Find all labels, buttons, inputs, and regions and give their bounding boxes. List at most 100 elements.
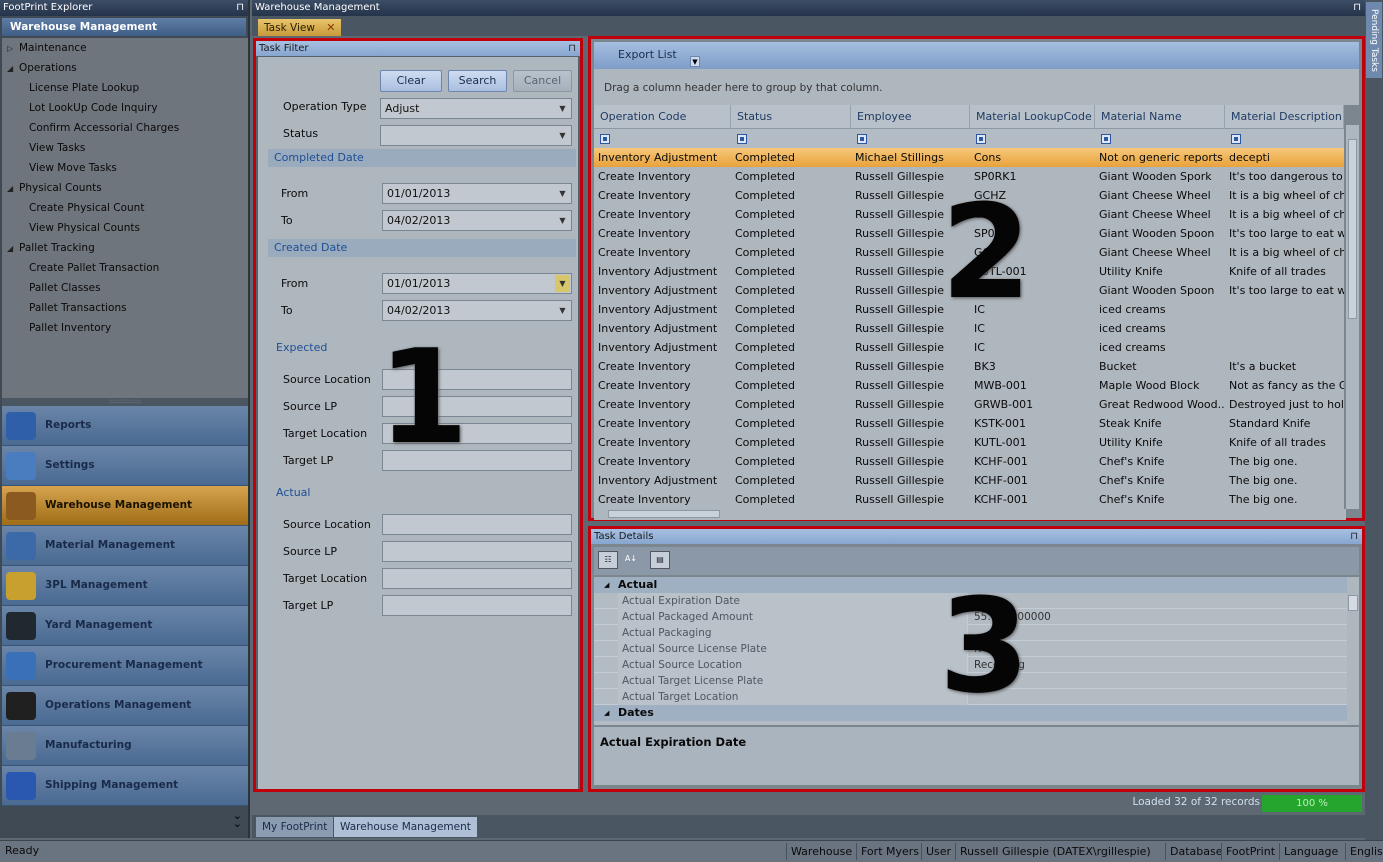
nav-button-3pl[interactable]: 3PL Management: [2, 566, 248, 606]
pin-icon[interactable]: ⊓: [568, 41, 576, 56]
table-row[interactable]: Create Inventory Completed Russell Gillesp…: [594, 490, 1344, 509]
export-list-button[interactable]: Export List: [618, 48, 677, 61]
filter-icon[interactable]: [976, 134, 986, 144]
nav-button-procurement[interactable]: Procurement Management: [2, 646, 248, 686]
actual-source-location-input[interactable]: [382, 514, 572, 535]
column-header[interactable]: Material LookupCode: [970, 105, 1095, 129]
actual-source-lp-input[interactable]: [382, 541, 572, 562]
table-row[interactable]: Inventory Adjustment Completed Michael Sti…: [594, 148, 1344, 167]
group-by-area[interactable]: Drag a column header here to group by th…: [594, 69, 1359, 105]
pin-icon[interactable]: ⊓: [236, 0, 244, 16]
status-select[interactable]: ▼: [380, 125, 572, 146]
table-cell: Completed: [735, 417, 795, 430]
filter-icon[interactable]: [1231, 134, 1241, 144]
chevron-down-icon[interactable]: ▼: [555, 100, 570, 117]
tree-item[interactable]: ▷ Maintenance: [2, 38, 248, 58]
column-header[interactable]: Operation Code: [594, 105, 731, 129]
tree-item[interactable]: Pallet Transactions: [2, 298, 248, 318]
scroll-thumb[interactable]: [1348, 139, 1357, 319]
property-pages-icon[interactable]: ▤: [650, 551, 670, 569]
tree-item[interactable]: View Tasks: [2, 138, 248, 158]
scroll-thumb[interactable]: [1348, 595, 1358, 611]
pin-icon[interactable]: ⊓: [1350, 529, 1358, 544]
table-row[interactable]: Create Inventory Completed Russell Gillesp…: [594, 376, 1344, 395]
tree-item[interactable]: ◢ Pallet Tracking: [2, 238, 248, 258]
tree-item[interactable]: Lot LookUp Code Inquiry: [2, 98, 248, 118]
tree-item[interactable]: Confirm Accessorial Charges: [2, 118, 248, 138]
search-button[interactable]: Search: [448, 70, 507, 92]
operation-type-select[interactable]: Adjust ▼: [380, 98, 572, 119]
tree-item[interactable]: Pallet Classes: [2, 278, 248, 298]
chevron-down-icon[interactable]: ▼: [555, 212, 570, 229]
sort-alphabetical-icon[interactable]: A↓: [621, 551, 641, 569]
scroll-thumb[interactable]: [608, 510, 720, 518]
collapse-arrow-icon[interactable]: ◢: [604, 577, 609, 593]
table-row[interactable]: Inventory Adjustment Completed Russell Gil…: [594, 471, 1344, 490]
task-filter-title: Task Filter: [259, 43, 309, 54]
table-row[interactable]: Create Inventory Completed Russell Gillesp…: [594, 357, 1344, 376]
tree-item[interactable]: License Plate Lookup: [2, 78, 248, 98]
nav-button-settings[interactable]: Settings: [2, 446, 248, 486]
table-row[interactable]: Create Inventory Completed Russell Gillesp…: [594, 414, 1344, 433]
created-to-date[interactable]: 04/02/2013 ▼: [382, 300, 572, 321]
column-header[interactable]: Employee: [851, 105, 970, 129]
chevron-down-icon[interactable]: ▼: [555, 275, 570, 292]
filter-icon[interactable]: [737, 134, 747, 144]
column-header[interactable]: Material Description: [1225, 105, 1344, 129]
nav-button-reports[interactable]: Reports: [2, 406, 248, 446]
actual-target-lp-input[interactable]: [382, 595, 572, 616]
tree-item[interactable]: Create Physical Count: [2, 198, 248, 218]
filter-icon[interactable]: [857, 134, 867, 144]
chevron-down-icon[interactable]: ▼: [555, 127, 570, 144]
chevron-down-icon[interactable]: ▼: [555, 185, 570, 202]
filter-icon[interactable]: [1101, 134, 1111, 144]
table-row[interactable]: Create Inventory Completed Russell Gillesp…: [594, 452, 1344, 471]
tree-item[interactable]: Pallet Inventory: [2, 318, 248, 338]
table-cell: Create Inventory: [598, 246, 691, 259]
completed-from-date[interactable]: 01/01/2013 ▼: [382, 183, 572, 204]
expand-arrow-icon[interactable]: ▷: [7, 39, 19, 59]
nav-button-warehouse[interactable]: Warehouse Management: [2, 486, 248, 526]
collapse-arrow-icon[interactable]: ◢: [7, 239, 19, 259]
close-icon[interactable]: ✕: [326, 21, 335, 34]
table-row[interactable]: Create Inventory Completed Russell Gillesp…: [594, 433, 1344, 452]
actual-target-location-input[interactable]: [382, 568, 572, 589]
grid-vertical-scrollbar[interactable]: [1346, 125, 1359, 509]
collapse-arrow-icon[interactable]: ◢: [7, 59, 19, 79]
explorer-splitter[interactable]: ::::::::::::::::: [2, 398, 248, 406]
nav-button-manufacturing[interactable]: Manufacturing: [2, 726, 248, 766]
nav-button-shipping[interactable]: Shipping Management: [2, 766, 248, 806]
column-header[interactable]: Status: [731, 105, 851, 129]
grid-horizontal-scrollbar[interactable]: [594, 509, 1346, 520]
collapse-arrow-icon[interactable]: ◢: [604, 705, 609, 721]
cancel-button[interactable]: Cancel: [513, 70, 572, 92]
table-row[interactable]: Create Inventory Completed Russell Gillesp…: [594, 395, 1344, 414]
tab-warehouse-management[interactable]: Warehouse Management: [334, 817, 477, 837]
column-header[interactable]: Material Name: [1095, 105, 1225, 129]
table-cell: Create Inventory: [598, 417, 691, 430]
tree-item[interactable]: View Physical Counts: [2, 218, 248, 238]
chevron-down-icon[interactable]: ⌄ ⌄: [233, 810, 242, 829]
collapse-arrow-icon[interactable]: ◢: [7, 179, 19, 199]
property-grid-scrollbar[interactable]: [1347, 577, 1359, 725]
tree-item[interactable]: View Move Tasks: [2, 158, 248, 178]
tab-my-footprint[interactable]: My FootPrint: [256, 817, 334, 837]
table-row[interactable]: Inventory Adjustment Completed Russell Gil…: [594, 338, 1344, 357]
chevron-down-icon[interactable]: ▼: [555, 302, 570, 319]
pending-tasks-tab[interactable]: Pending Tasks: [1366, 2, 1382, 78]
completed-to-date[interactable]: 04/02/2013 ▼: [382, 210, 572, 231]
tree-item[interactable]: Create Pallet Transaction: [2, 258, 248, 278]
clear-button[interactable]: Clear: [380, 70, 442, 92]
tab-task-view[interactable]: Task View ✕: [258, 19, 342, 36]
nav-button-operations[interactable]: Operations Management: [2, 686, 248, 726]
pin-icon[interactable]: ⊓: [1353, 0, 1361, 16]
tree-item[interactable]: ◢ Operations: [2, 58, 248, 78]
chevron-down-icon[interactable]: ▼: [690, 56, 700, 67]
tree-item[interactable]: ◢ Physical Counts: [2, 178, 248, 198]
tree-item-label: Operations: [19, 62, 77, 74]
nav-button-material[interactable]: Material Management: [2, 526, 248, 566]
created-from-date[interactable]: 01/01/2013 ▼: [382, 273, 572, 294]
categorized-view-icon[interactable]: ☷: [598, 551, 618, 569]
nav-button-yard[interactable]: Yard Management: [2, 606, 248, 646]
filter-icon[interactable]: [600, 134, 610, 144]
